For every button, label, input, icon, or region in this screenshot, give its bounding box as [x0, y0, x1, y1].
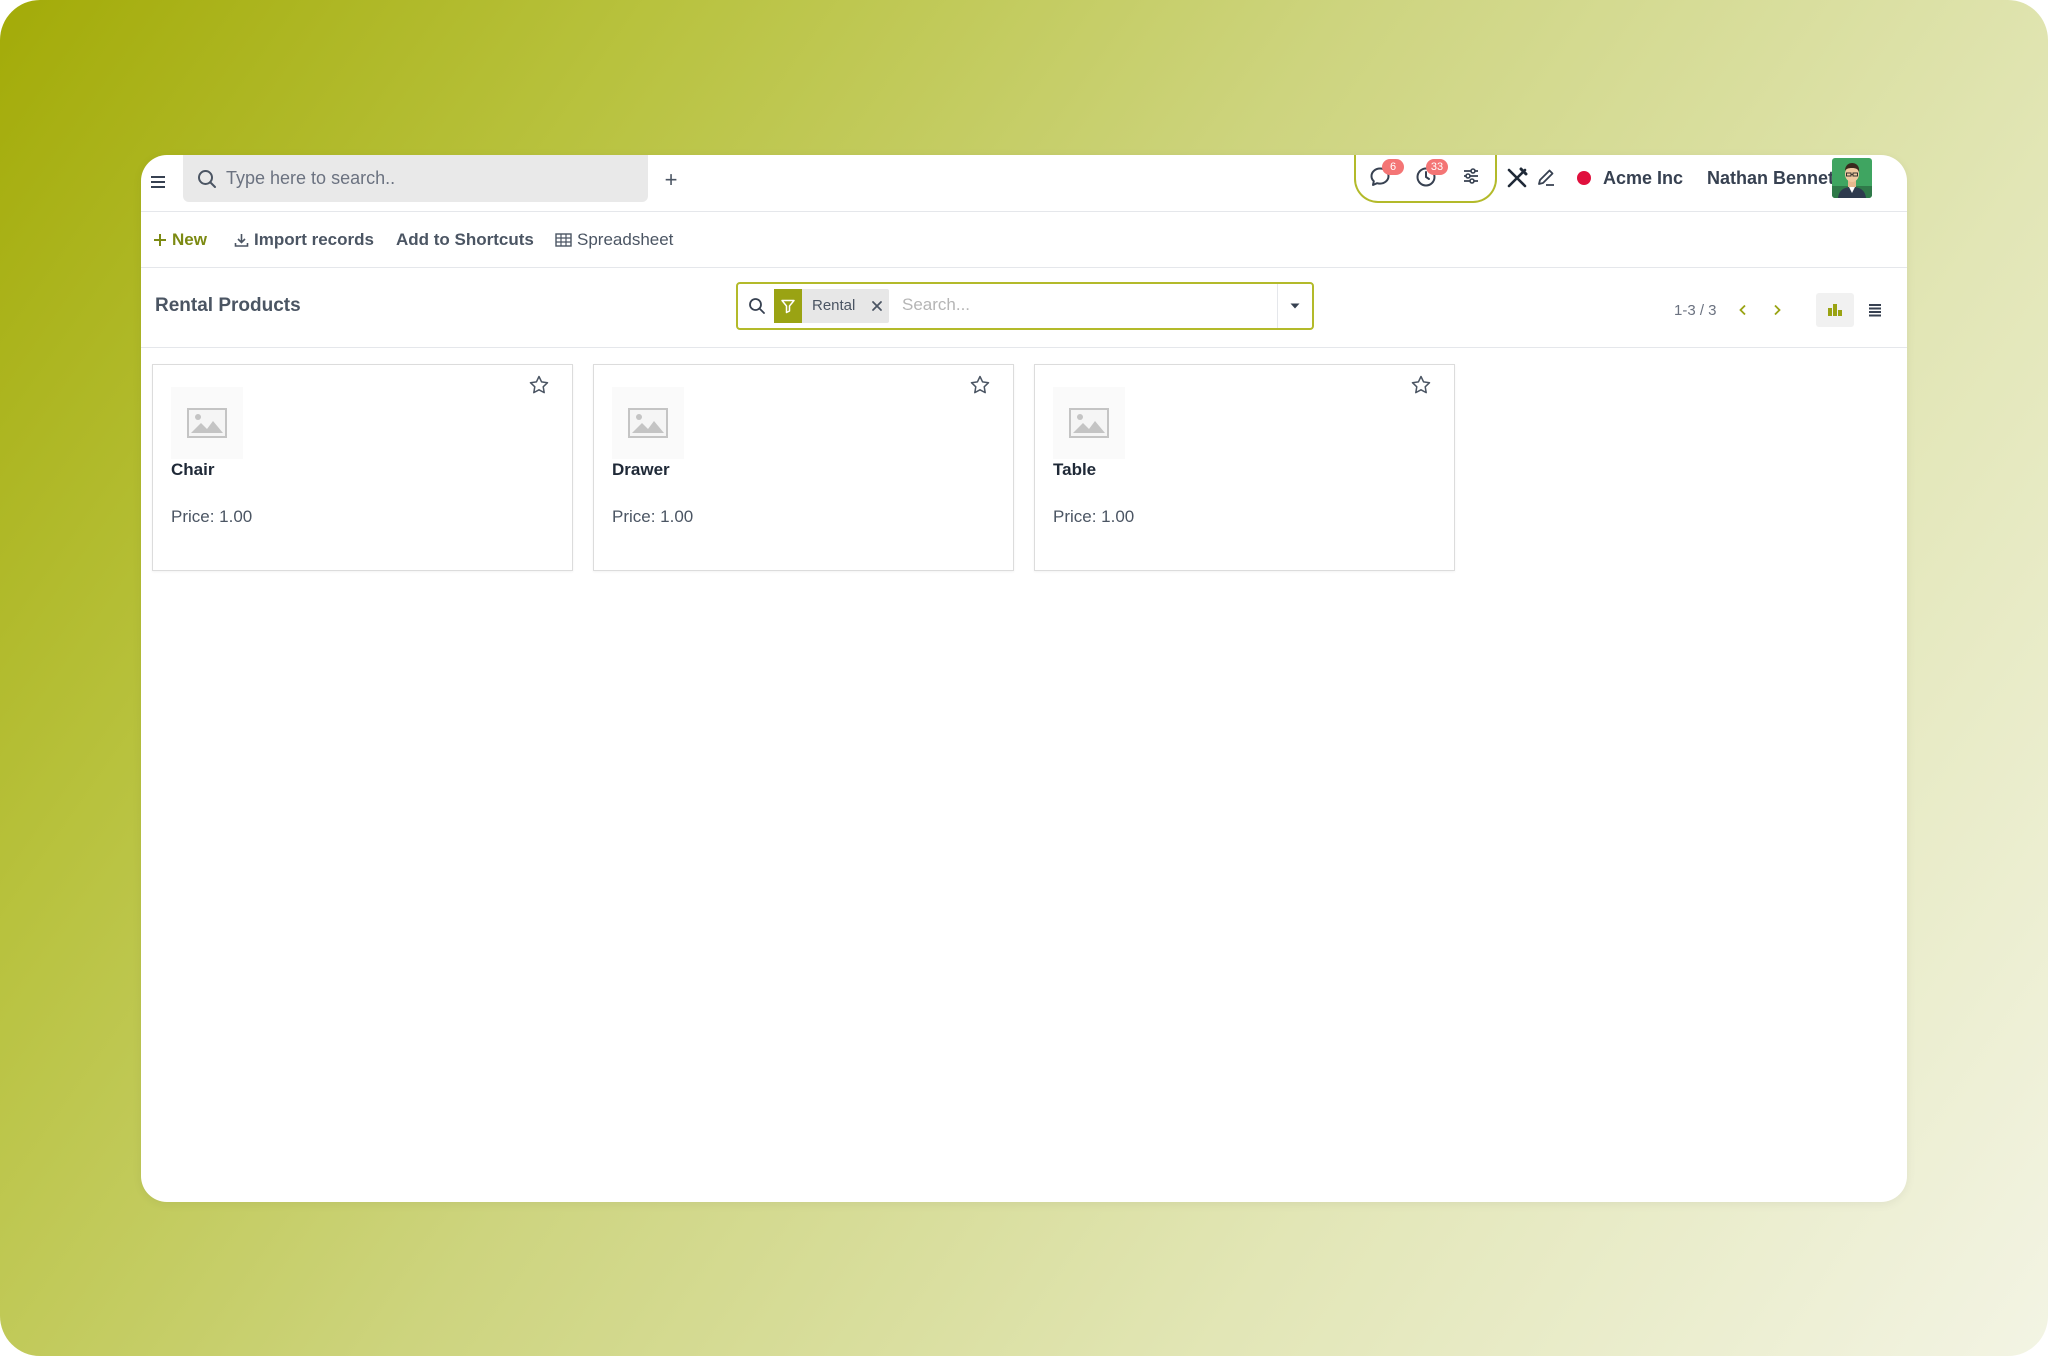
- star-icon: [970, 375, 990, 394]
- product-price: Price: 1.00: [1053, 507, 1135, 526]
- add-to-shortcuts-label: Add to Shortcuts: [396, 230, 534, 249]
- product-name: Drawer: [612, 460, 670, 479]
- star-icon: [529, 375, 549, 394]
- company-switcher[interactable]: Acme Inc: [1603, 168, 1683, 189]
- close-icon: [872, 301, 883, 311]
- pager-value[interactable]: 1-3 / 3: [1674, 302, 1717, 319]
- activities-badge: 33: [1426, 159, 1448, 175]
- activities-button[interactable]: 33: [1414, 159, 1448, 191]
- plus-icon: [153, 233, 167, 247]
- product-card[interactable]: Drawer Price: 1.00: [593, 364, 1014, 571]
- favorite-star-button[interactable]: [526, 372, 552, 398]
- remove-facet-button[interactable]: [865, 289, 889, 323]
- kanban-icon: [1828, 304, 1842, 316]
- image-placeholder-icon: [1069, 408, 1109, 438]
- spreadsheet-label: Spreadsheet: [577, 230, 674, 249]
- product-image: [612, 387, 684, 459]
- search-options-toggle[interactable]: [1277, 284, 1312, 328]
- image-placeholder-icon: [187, 408, 227, 438]
- filter-facet: Rental: [774, 289, 890, 323]
- list-view-button[interactable]: [1856, 293, 1894, 327]
- user-menu[interactable]: Nathan Bennet: [1707, 168, 1834, 189]
- app-window: + 6 33: [141, 155, 1907, 1202]
- import-records-label: Import records: [254, 230, 374, 249]
- systray-group: 6 33: [1354, 155, 1497, 203]
- star-icon: [1411, 375, 1431, 394]
- pager-previous-button[interactable]: [1733, 300, 1753, 320]
- product-price: Price: 1.00: [612, 507, 694, 526]
- messages-button[interactable]: 6: [1368, 159, 1404, 191]
- tools-icon[interactable]: [1505, 166, 1529, 190]
- pager-next-button[interactable]: [1767, 300, 1787, 320]
- sliders-icon: [1464, 168, 1478, 184]
- messages-badge: 6: [1382, 159, 1404, 175]
- desktop-background: + 6 33: [0, 0, 2048, 1356]
- chevron-right-icon: [1774, 304, 1781, 316]
- filter-facet-label: Rental: [812, 297, 856, 314]
- global-search-bar[interactable]: [183, 155, 648, 202]
- avatar[interactable]: [1832, 158, 1872, 198]
- page-title: Rental Products: [155, 295, 301, 316]
- import-records-button[interactable]: Import records: [234, 230, 374, 250]
- top-navbar: + 6 33: [141, 155, 1907, 212]
- global-search-input[interactable]: [224, 167, 628, 190]
- image-placeholder-icon: [628, 408, 668, 438]
- list-icon: [1869, 304, 1881, 317]
- search-panel[interactable]: Rental: [736, 282, 1314, 330]
- new-button-label: New: [172, 230, 207, 249]
- product-image: [1053, 387, 1125, 459]
- product-image: [171, 387, 243, 459]
- new-button[interactable]: New: [153, 230, 207, 250]
- filter-icon: [774, 289, 802, 323]
- action-bar: New Import records Add to Shortcuts Spre…: [141, 211, 1907, 268]
- edit-pencil-icon[interactable]: [1535, 166, 1557, 188]
- caret-down-icon: [1290, 303, 1300, 309]
- add-tab-button[interactable]: +: [659, 168, 683, 192]
- menu-icon[interactable]: [149, 171, 169, 193]
- search-icon: [749, 298, 765, 314]
- kanban-view: Chair Price: 1.00 Drawer Price: 1.00 Tab…: [141, 347, 1907, 1202]
- user-avatar-icon: [1832, 158, 1872, 198]
- status-indicator: [1577, 171, 1591, 185]
- spreadsheet-button[interactable]: Spreadsheet: [555, 230, 673, 250]
- product-name: Table: [1053, 460, 1097, 479]
- favorite-star-button[interactable]: [967, 372, 993, 398]
- product-name: Chair: [171, 460, 215, 479]
- kanban-view-button[interactable]: [1816, 293, 1854, 327]
- add-to-shortcuts-button[interactable]: Add to Shortcuts: [396, 230, 534, 250]
- product-price: Price: 1.00: [171, 507, 253, 526]
- product-card[interactable]: Chair Price: 1.00: [152, 364, 573, 571]
- download-icon: [234, 233, 249, 248]
- chevron-left-icon: [1739, 304, 1746, 316]
- product-card[interactable]: Table Price: 1.00: [1034, 364, 1455, 571]
- favorite-star-button[interactable]: [1408, 372, 1434, 398]
- search-icon: [198, 169, 216, 188]
- table-grid-icon: [555, 233, 572, 247]
- control-panel: Rental Products Rental Search... 1-3 / 3: [141, 267, 1907, 348]
- settings-button[interactable]: [1460, 165, 1486, 191]
- search-input[interactable]: [900, 294, 1264, 316]
